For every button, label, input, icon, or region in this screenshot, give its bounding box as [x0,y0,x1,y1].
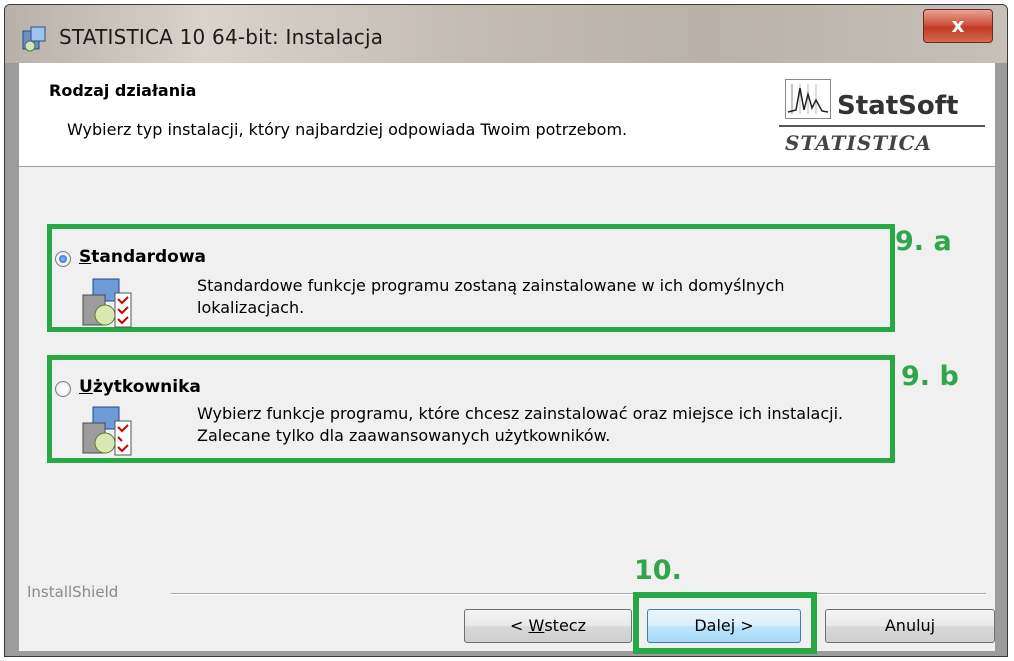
radio-selected-dot [59,255,67,263]
logo-brand-text: StatSoft [837,91,959,121]
next-button[interactable]: Dalej > [647,609,801,643]
cancel-button[interactable]: Anuluj [825,609,995,643]
window-title: STATISTICA 10 64-bit: Instalacja [59,25,384,49]
option-standard-description: Standardowe funkcje programu zostaną zai… [197,276,785,317]
logo-divider [779,125,985,127]
dialog-header: Rodzaj działania Wybierz typ instalacji,… [19,63,995,167]
back-button[interactable]: < Wstecz [464,609,632,643]
close-icon: x [951,13,965,37]
statsoft-logo: StatSoft STATISTICA [779,77,989,157]
footer-separator [171,593,986,594]
radio-standard[interactable] [55,251,71,267]
package-custom-icon [82,406,132,456]
package-install-icon [82,278,132,328]
logo-product-text: STATISTICA [785,131,933,155]
dialog-body: Rodzaj działania Wybierz typ instalacji,… [19,63,995,654]
close-button[interactable]: x [923,9,993,43]
page-subtitle: Wybierz typ instalacji, który najbardzie… [67,120,628,139]
installer-window: STATISTICA 10 64-bit: Instalacja x Rodza… [4,4,1008,657]
option-custom-description: Wybierz funkcje programu, które chcesz z… [197,404,844,445]
installer-app-icon [22,26,46,52]
title-bar[interactable]: STATISTICA 10 64-bit: Instalacja x [5,5,1007,63]
installshield-label: InstallShield [27,583,119,601]
option-standard-label[interactable]: Standardowa [79,247,206,267]
option-custom-label[interactable]: Użytkownika [79,377,201,397]
chart-logo-icon [785,79,831,119]
annotation-10: 10. [634,555,682,586]
annotation-9b: 9. b [901,361,959,392]
radio-custom[interactable] [55,381,71,397]
page-title: Rodzaj działania [49,81,197,100]
annotation-9a: 9. a [895,226,952,257]
